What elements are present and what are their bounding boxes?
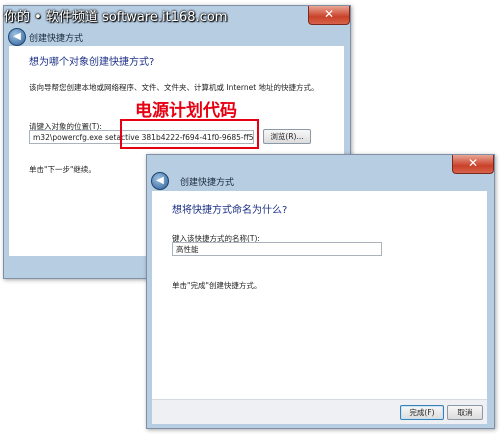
site-watermark: 你的 • 软件频道 software.it168.com [4,10,228,25]
next-hint: 单击"下一步"继续。 [29,165,96,174]
finish-button[interactable]: 完成(F) [400,405,444,420]
wizard-footer: 完成(F) 取消 [152,399,487,424]
finish-hint: 单击"完成"创建快捷方式。 [172,281,262,290]
cancel-button[interactable]: 取消 [447,405,483,420]
back-arrow-icon: ◀ [156,175,164,186]
create-shortcut-window-name: ✕ ◀ 创建快捷方式 想将快捷方式命名为什么? 键入该快捷方式的名称(T): 高… [146,154,495,429]
back-button[interactable]: ◀ [151,172,169,190]
window-title: 创建快捷方式 [29,34,84,44]
browse-button[interactable]: 浏览(R)... [263,129,311,144]
page-heading: 想为哪个对象创建快捷方式? [29,57,155,68]
guid-highlight-box [120,119,259,149]
close-icon: ✕ [467,156,479,170]
window-title: 创建快捷方式 [180,178,235,188]
shortcut-name-input[interactable]: 高性能 [172,242,382,256]
wizard-page: 想将快捷方式命名为什么? 键入该快捷方式的名称(T): 高性能 单击"完成"创建… [152,191,487,399]
close-button[interactable]: ✕ [452,155,494,174]
close-icon: ✕ [323,7,335,21]
close-button[interactable]: ✕ [308,6,350,25]
power-plan-code-callout: 电源计划代码 [135,101,237,121]
wizard-description: 该向导帮您创建本地或网络程序、文件、文件夹、计算机或 Internet 地址的快… [29,83,319,92]
page-heading: 想将快捷方式命名为什么? [172,205,288,216]
back-button[interactable]: ◀ [8,28,26,46]
back-arrow-icon: ◀ [13,31,21,42]
window-titlebar: ✕ ◀ 创建快捷方式 [147,155,494,195]
